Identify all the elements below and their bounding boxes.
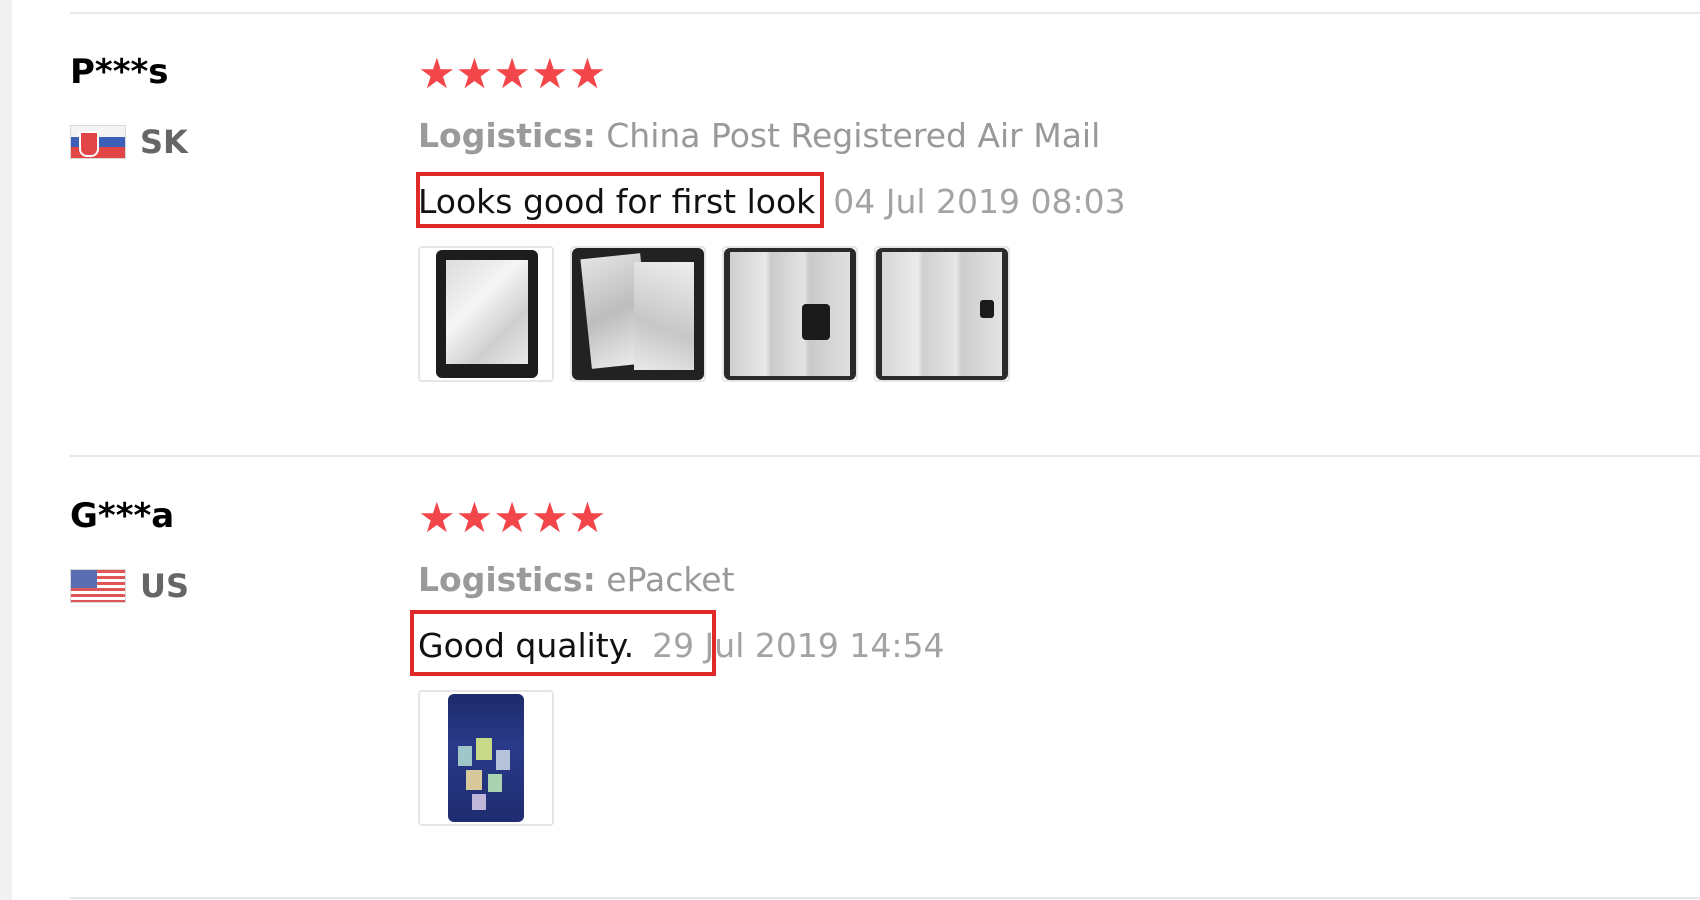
review-image-thumbnail[interactable] (418, 246, 554, 382)
review-content: ★★★★★ Logistics: China Post Registered A… (416, 52, 1700, 382)
logistics-info: Logistics: ePacket (418, 560, 1700, 600)
left-gutter (0, 0, 12, 900)
logistics-value: ePacket (606, 560, 735, 599)
review-image-thumbnail[interactable] (874, 246, 1010, 382)
reviewer-info: G***a US (70, 496, 400, 606)
reviewer-country: US (70, 566, 400, 606)
star-rating: ★★★★★ (418, 52, 1700, 96)
star-icon: ★★★★★ (418, 49, 607, 98)
feedback-line: Looks good for first look 04 Jul 2019 08:… (416, 172, 1700, 228)
reviewer-country: SK (70, 122, 400, 162)
feedback-date: 04 Jul 2019 08:03 (833, 182, 1126, 221)
united-states-flag-icon (70, 569, 126, 603)
slovakia-flag-icon (70, 125, 126, 159)
reviewer-info: P***s SK (70, 52, 400, 162)
country-code: SK (140, 123, 188, 161)
logistics-label: Logistics: (418, 116, 596, 155)
star-rating: ★★★★★ (418, 496, 1700, 540)
review-images (418, 246, 1700, 382)
logistics-info: Logistics: China Post Registered Air Mai… (418, 116, 1700, 156)
review-content: ★★★★★ Logistics: ePacket Good quality. 29… (410, 496, 1700, 826)
logistics-label: Logistics: (418, 560, 596, 599)
reviewer-name: P***s (70, 52, 169, 92)
logistics-value: China Post Registered Air Mail (606, 116, 1101, 155)
country-code: US (140, 567, 190, 605)
highlight-box (410, 610, 716, 676)
reviews-page: P***s SK ★★★★★ Logistics: China Post Reg… (0, 0, 1700, 900)
review-image-thumbnail[interactable] (722, 246, 858, 382)
review-image-thumbnail[interactable] (570, 246, 706, 382)
review-images (418, 690, 1700, 826)
star-icon: ★★★★★ (418, 493, 607, 542)
divider-bottom (70, 897, 1700, 899)
highlight-box (416, 172, 824, 228)
review-image-thumbnail[interactable] (418, 690, 554, 826)
divider-between-reviews (70, 455, 1700, 457)
divider-top (70, 12, 1700, 14)
reviewer-name: G***a (70, 496, 175, 536)
feedback-line: Good quality. 29 Jul 2019 14:54 (410, 610, 1700, 676)
